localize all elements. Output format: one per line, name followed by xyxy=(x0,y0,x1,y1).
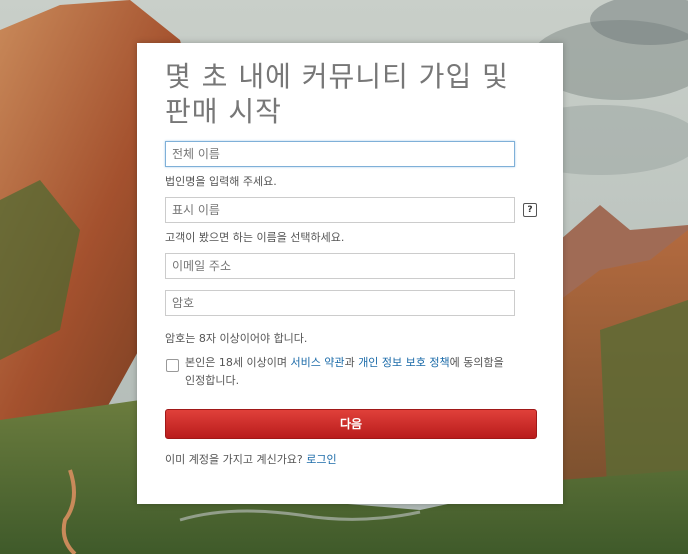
signup-card: 몇 초 내에 커뮤니티 가입 및 판매 시작 법인명을 입력해 주세요. ? 고… xyxy=(137,43,563,504)
help-icon[interactable]: ? xyxy=(523,203,537,217)
page-title: 몇 초 내에 커뮤니티 가입 및 판매 시작 xyxy=(165,60,509,128)
display-name-field[interactable] xyxy=(165,197,515,223)
full-name-hint: 법인명을 입력해 주세요. xyxy=(165,175,277,188)
password-field[interactable] xyxy=(165,290,515,316)
login-prompt: 이미 계정을 가지고 계신가요? xyxy=(165,453,307,466)
login-link[interactable]: 로그인 xyxy=(306,453,336,466)
consent-and: 과 xyxy=(344,356,359,369)
next-button[interactable]: 다음 xyxy=(165,409,537,439)
consent-checkbox[interactable] xyxy=(166,359,179,372)
privacy-link[interactable]: 개인 정보 보호 정책 xyxy=(358,356,449,369)
consent-text: 본인은 18세 이상이며 서비스 약관과 개인 정보 보호 정책에 동의함을 인… xyxy=(185,354,515,390)
consent-prefix: 본인은 18세 이상이며 xyxy=(185,356,291,369)
full-name-field[interactable] xyxy=(165,141,515,167)
login-prompt-line: 이미 계정을 가지고 계신가요? 로그인 xyxy=(165,451,337,467)
password-hint: 암호는 8자 이상이어야 합니다. xyxy=(165,332,308,345)
display-name-hint: 고객이 봤으면 하는 이름을 선택하세요. xyxy=(165,231,345,244)
terms-link[interactable]: 서비스 약관 xyxy=(290,356,344,369)
email-field[interactable] xyxy=(165,253,515,279)
